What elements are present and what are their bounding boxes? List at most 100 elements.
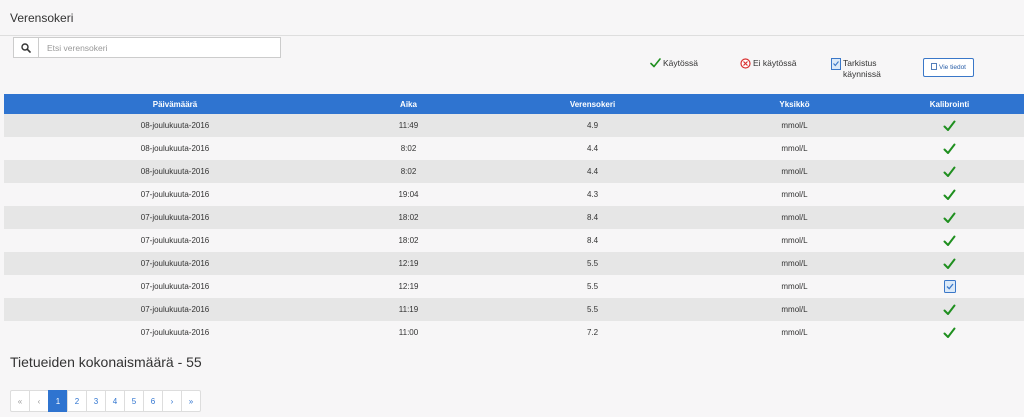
table-row: 07-joulukuuta-2016 19:04 4.3 mmol/L xyxy=(4,183,1024,206)
date-cell: 08-joulukuuta-2016 xyxy=(4,160,346,183)
export-button[interactable]: Vie tiedot xyxy=(923,58,974,77)
time-cell: 19:04 xyxy=(346,183,471,206)
calibration-cell xyxy=(875,275,1024,298)
blood-sugar-cell: 5.5 xyxy=(471,275,714,298)
table-row: 07-joulukuuta-2016 18:02 8.4 mmol/L xyxy=(4,229,1024,252)
check-icon xyxy=(943,141,956,157)
calibration-cell xyxy=(875,206,1024,229)
unit-cell: mmol/L xyxy=(714,275,875,298)
legend-in-use: Käytössä xyxy=(650,58,698,70)
calibration-cell xyxy=(875,252,1024,275)
search-box xyxy=(13,37,281,58)
time-cell: 8:02 xyxy=(346,137,471,160)
time-cell: 12:19 xyxy=(346,275,471,298)
blood-sugar-cell: 5.5 xyxy=(471,298,714,321)
calibration-cell xyxy=(875,160,1024,183)
time-cell: 18:02 xyxy=(346,229,471,252)
total-records: Tietueiden kokonaismäärä - 55 xyxy=(10,354,202,370)
calibration-cell xyxy=(875,229,1024,252)
unit-cell: mmol/L xyxy=(714,206,875,229)
blood-sugar-cell: 5.5 xyxy=(471,252,714,275)
search-icon[interactable] xyxy=(14,38,39,57)
legend-check-pending-label: Tarkistus käynnissä xyxy=(843,58,881,79)
time-cell: 12:19 xyxy=(346,252,471,275)
table-row: 07-joulukuuta-2016 12:19 5.5 mmol/L xyxy=(4,275,1024,298)
date-cell: 07-joulukuuta-2016 xyxy=(4,298,346,321)
unit-cell: mmol/L xyxy=(714,183,875,206)
column-header-time[interactable]: Aika xyxy=(346,94,471,114)
unit-cell: mmol/L xyxy=(714,321,875,344)
date-cell: 07-joulukuuta-2016 xyxy=(4,321,346,344)
export-button-label: Vie tiedot xyxy=(939,64,966,71)
table-row: 07-joulukuuta-2016 11:00 7.2 mmol/L xyxy=(4,321,1024,344)
blood-sugar-cell: 4.9 xyxy=(471,114,714,137)
time-cell: 11:19 xyxy=(346,298,471,321)
date-cell: 07-joulukuuta-2016 xyxy=(4,229,346,252)
legend-not-in-use-label: Ei käytössä xyxy=(753,58,797,68)
pagination-next[interactable]: › xyxy=(162,390,182,412)
table-header-row: Päivämäärä Aika Verensokeri Yksikkö Kali… xyxy=(4,94,1024,114)
page-header: Verensokeri xyxy=(0,0,1024,36)
check-icon xyxy=(943,164,956,180)
search-input[interactable] xyxy=(39,38,280,57)
time-cell: 8:02 xyxy=(346,160,471,183)
unit-cell: mmol/L xyxy=(714,137,875,160)
unit-cell: mmol/L xyxy=(714,229,875,252)
legend-check-pending: Tarkistus käynnissä xyxy=(831,58,881,80)
column-header-blood-sugar[interactable]: Verensokeri xyxy=(471,94,714,114)
table-row: 08-joulukuuta-2016 11:49 4.9 mmol/L xyxy=(4,114,1024,137)
blood-sugar-cell: 7.2 xyxy=(471,321,714,344)
check-icon xyxy=(650,58,661,70)
time-cell: 11:00 xyxy=(346,321,471,344)
date-cell: 08-joulukuuta-2016 xyxy=(4,114,346,137)
calibration-cell xyxy=(875,137,1024,160)
document-icon xyxy=(931,63,937,72)
pagination-first[interactable]: « xyxy=(10,390,30,412)
document-check-icon xyxy=(943,278,956,294)
check-icon xyxy=(943,187,956,203)
table-row: 07-joulukuuta-2016 12:19 5.5 mmol/L xyxy=(4,252,1024,275)
calibration-cell xyxy=(875,298,1024,321)
unit-cell: mmol/L xyxy=(714,252,875,275)
check-icon xyxy=(943,325,956,341)
unit-cell: mmol/L xyxy=(714,114,875,137)
blood-sugar-cell: 8.4 xyxy=(471,229,714,252)
check-icon xyxy=(943,118,956,134)
unit-cell: mmol/L xyxy=(714,160,875,183)
calibration-cell xyxy=(875,114,1024,137)
column-header-calibration[interactable]: Kalibrointi xyxy=(875,94,1024,114)
pagination-page-6[interactable]: 6 xyxy=(143,390,163,412)
check-icon xyxy=(943,302,956,318)
pagination-prev[interactable]: ‹ xyxy=(29,390,49,412)
date-cell: 07-joulukuuta-2016 xyxy=(4,275,346,298)
table-row: 08-joulukuuta-2016 8:02 4.4 mmol/L xyxy=(4,160,1024,183)
pagination-page-2[interactable]: 2 xyxy=(67,390,87,412)
pagination-page-1[interactable]: 1 xyxy=(48,390,68,412)
legend-in-use-label: Käytössä xyxy=(663,58,698,68)
time-cell: 11:49 xyxy=(346,114,471,137)
calibration-cell xyxy=(875,183,1024,206)
pagination-page-3[interactable]: 3 xyxy=(86,390,106,412)
unit-cell: mmol/L xyxy=(714,298,875,321)
date-cell: 07-joulukuuta-2016 xyxy=(4,183,346,206)
blood-sugar-cell: 4.4 xyxy=(471,137,714,160)
document-check-icon xyxy=(831,58,841,72)
blood-sugar-cell: 8.4 xyxy=(471,206,714,229)
calibration-cell xyxy=(875,321,1024,344)
table-row: 08-joulukuuta-2016 8:02 4.4 mmol/L xyxy=(4,137,1024,160)
blood-sugar-cell: 4.4 xyxy=(471,160,714,183)
check-icon xyxy=(943,233,956,249)
pagination: « ‹ 1 2 3 4 5 6 › » xyxy=(10,390,201,412)
table-row: 07-joulukuuta-2016 11:19 5.5 mmol/L xyxy=(4,298,1024,321)
blood-sugar-cell: 4.3 xyxy=(471,183,714,206)
check-icon xyxy=(943,210,956,226)
date-cell: 08-joulukuuta-2016 xyxy=(4,137,346,160)
column-header-date[interactable]: Päivämäärä xyxy=(4,94,346,114)
pagination-last[interactable]: » xyxy=(181,390,201,412)
pagination-page-5[interactable]: 5 xyxy=(124,390,144,412)
time-cell: 18:02 xyxy=(346,206,471,229)
column-header-unit[interactable]: Yksikkö xyxy=(714,94,875,114)
check-icon xyxy=(943,256,956,272)
pagination-page-4[interactable]: 4 xyxy=(105,390,125,412)
table-row: 07-joulukuuta-2016 18:02 8.4 mmol/L xyxy=(4,206,1024,229)
